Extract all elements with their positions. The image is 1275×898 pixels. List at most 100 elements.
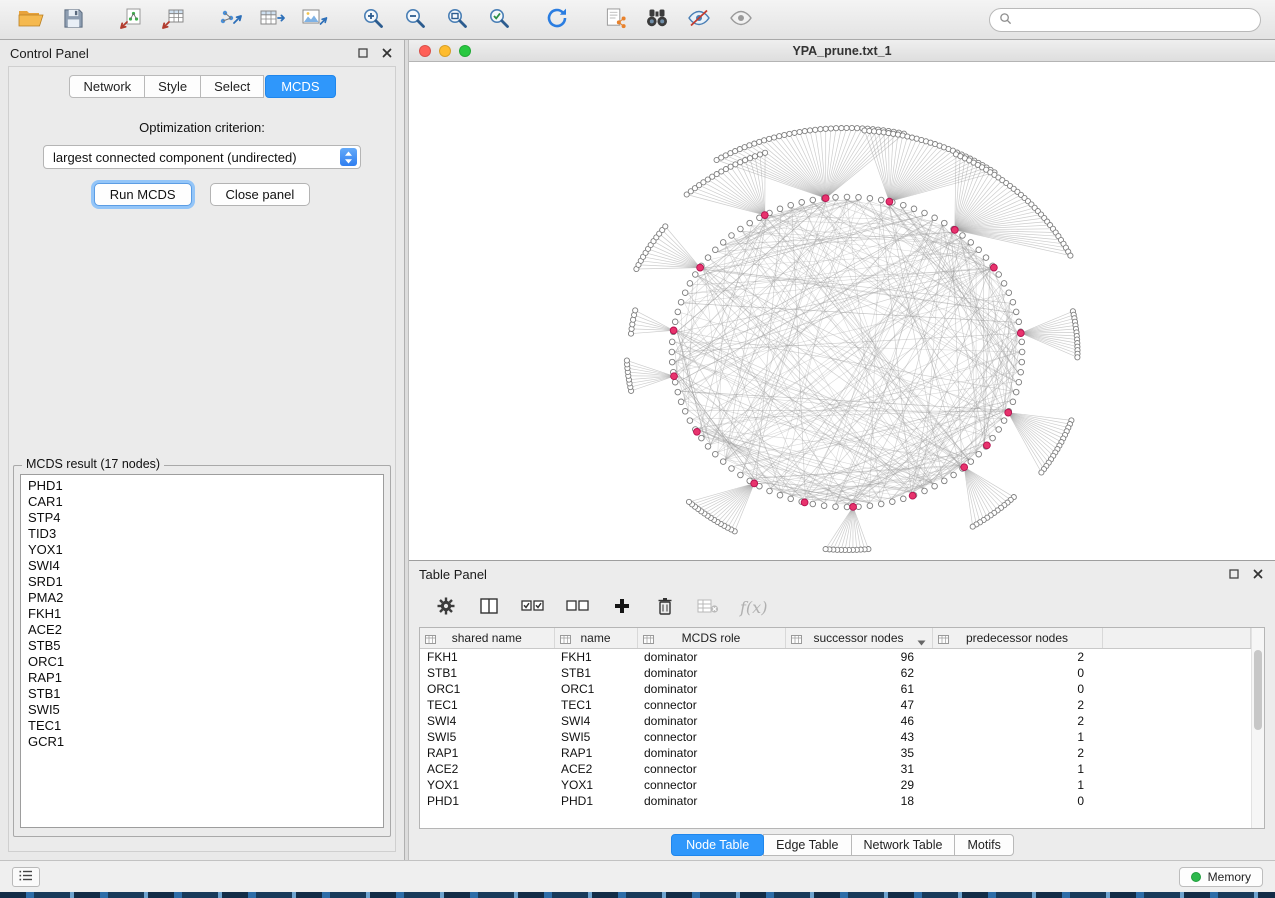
table-row[interactable]: ACE2ACE2connector311 <box>420 761 1251 777</box>
graph-node[interactable] <box>1013 389 1019 395</box>
graph-node[interactable] <box>1068 253 1073 258</box>
graph-hub-node[interactable] <box>671 373 678 380</box>
graph-node[interactable] <box>849 125 854 130</box>
result-node-item[interactable]: YOX1 <box>28 542 376 558</box>
delete-column-button[interactable] <box>654 594 676 620</box>
graph-node[interactable] <box>767 136 772 141</box>
table-row[interactable]: TEC1TEC1connector472 <box>420 697 1251 713</box>
graph-node[interactable] <box>799 200 805 206</box>
tab-edge-table[interactable]: Edge Table <box>763 834 851 856</box>
import-table-button[interactable] <box>156 5 190 35</box>
result-node-item[interactable]: FKH1 <box>28 606 376 622</box>
graph-node[interactable] <box>669 349 675 355</box>
graph-hub-node[interactable] <box>850 504 857 511</box>
gear-button[interactable] <box>435 594 457 620</box>
share-document-button[interactable] <box>598 5 632 35</box>
result-node-item[interactable]: GCR1 <box>28 734 376 750</box>
table-row[interactable]: FKH1FKH1dominator962 <box>420 648 1251 665</box>
graph-node[interactable] <box>729 466 735 472</box>
graph-node[interactable] <box>1010 299 1016 305</box>
tab-network-table[interactable]: Network Table <box>851 834 956 856</box>
graph-node[interactable] <box>777 206 783 212</box>
graph-node[interactable] <box>1016 319 1022 325</box>
graph-node[interactable] <box>752 141 757 146</box>
graph-node[interactable] <box>1019 349 1025 355</box>
graph-node[interactable] <box>747 220 753 226</box>
graph-node[interactable] <box>763 150 768 155</box>
graph-hub-node[interactable] <box>886 198 893 205</box>
add-column-button[interactable] <box>611 594 633 620</box>
scrollbar-thumb[interactable] <box>1254 650 1262 730</box>
graph-node[interactable] <box>942 478 948 484</box>
graph-node[interactable] <box>1001 281 1007 287</box>
graph-node[interactable] <box>990 435 996 441</box>
result-node-item[interactable]: SWI4 <box>28 558 376 574</box>
result-node-item[interactable]: ORC1 <box>28 654 376 670</box>
minimize-window-icon[interactable] <box>439 45 451 57</box>
criterion-dropdown[interactable]: largest connected component (undirected) <box>43 145 361 169</box>
graph-hub-node[interactable] <box>984 442 991 449</box>
graph-node[interactable] <box>782 132 787 137</box>
graph-node[interactable] <box>901 202 907 208</box>
graph-hub-node[interactable] <box>761 212 768 219</box>
graph-node[interactable] <box>777 492 783 498</box>
table-row[interactable]: ORC1ORC1dominator610 <box>420 681 1251 697</box>
result-node-item[interactable]: STB1 <box>28 686 376 702</box>
graph-node[interactable] <box>844 504 850 510</box>
zoom-window-icon[interactable] <box>459 45 471 57</box>
graph-node[interactable] <box>901 496 907 502</box>
result-node-item[interactable]: STB5 <box>28 638 376 654</box>
graph-node[interactable] <box>686 499 691 504</box>
graph-node[interactable] <box>663 224 668 229</box>
graph-node[interactable] <box>878 501 884 507</box>
result-node-item[interactable]: TID3 <box>28 526 376 542</box>
graph-node[interactable] <box>976 247 982 253</box>
graph-node[interactable] <box>678 399 684 405</box>
graph-node[interactable] <box>1010 399 1016 405</box>
tab-network[interactable]: Network <box>69 75 145 98</box>
graph-node[interactable] <box>729 233 735 239</box>
graph-node[interactable] <box>1016 379 1022 385</box>
graph-node[interactable] <box>828 126 833 131</box>
graph-node[interactable] <box>757 152 762 157</box>
result-node-item[interactable]: PHD1 <box>28 478 376 494</box>
graph-node[interactable] <box>890 499 896 505</box>
table-row[interactable]: SWI5SWI5connector431 <box>420 729 1251 745</box>
graph-node[interactable] <box>720 240 726 246</box>
zoom-in-button[interactable] <box>356 5 390 35</box>
graph-node[interactable] <box>1018 369 1024 375</box>
graph-node[interactable] <box>747 156 752 161</box>
graph-node[interactable] <box>682 409 688 415</box>
graph-node[interactable] <box>823 126 828 131</box>
import-network-button[interactable] <box>114 5 148 35</box>
close-icon[interactable] <box>380 46 394 60</box>
close-panel-button[interactable]: Close panel <box>210 183 311 206</box>
run-mcds-button[interactable]: Run MCDS <box>94 183 192 206</box>
show-details-button[interactable] <box>724 5 758 35</box>
graph-node[interactable] <box>844 194 850 200</box>
close-window-icon[interactable] <box>419 45 431 57</box>
graph-hub-node[interactable] <box>751 480 758 487</box>
result-node-item[interactable]: STP4 <box>28 510 376 526</box>
graph-node[interactable] <box>699 435 705 441</box>
graph-node[interactable] <box>970 524 975 529</box>
graph-node[interactable] <box>675 389 681 395</box>
graph-node[interactable] <box>767 488 773 494</box>
function-builder-button[interactable]: f(x) <box>740 594 767 620</box>
tab-node-table[interactable]: Node Table <box>671 834 764 856</box>
export-network-button[interactable] <box>214 5 248 35</box>
graph-node[interactable] <box>942 220 948 226</box>
graph-hub-node[interactable] <box>801 499 808 506</box>
graph-node[interactable] <box>1075 355 1080 360</box>
graph-node[interactable] <box>833 195 839 201</box>
search-input[interactable] <box>1018 13 1251 27</box>
result-node-item[interactable]: PMA2 <box>28 590 376 606</box>
binoculars-button[interactable] <box>640 5 674 35</box>
columns-button[interactable] <box>478 594 500 620</box>
tab-style[interactable]: Style <box>144 75 201 98</box>
result-node-item[interactable]: ACE2 <box>28 622 376 638</box>
graph-node[interactable] <box>762 138 767 143</box>
graph-node[interactable] <box>788 202 794 208</box>
graph-hub-node[interactable] <box>1017 330 1024 337</box>
save-button[interactable] <box>56 5 90 35</box>
